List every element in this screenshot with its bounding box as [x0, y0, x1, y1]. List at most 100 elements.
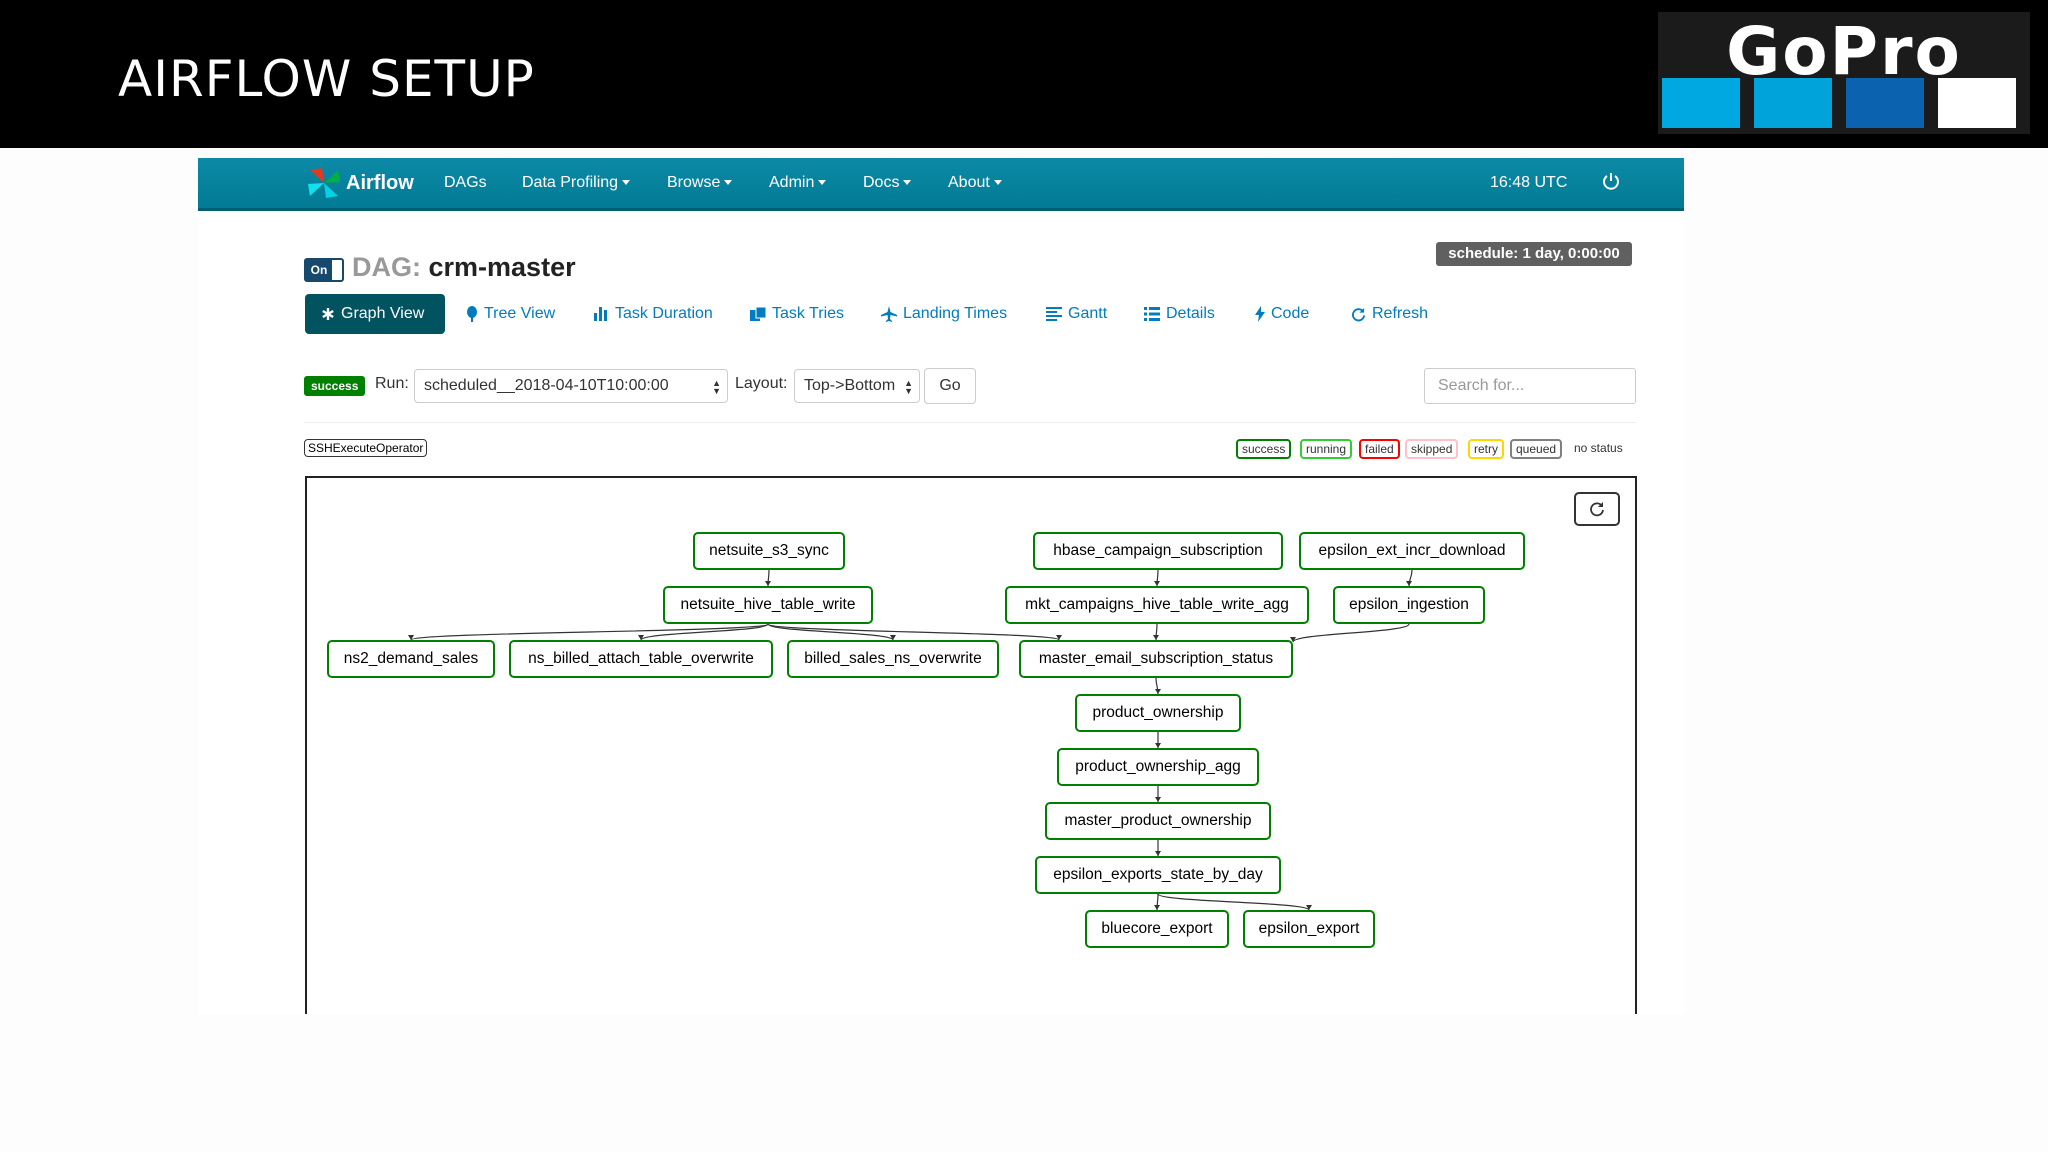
nav-docs-label: Docs: [863, 174, 900, 191]
refresh-icon: [1590, 502, 1604, 517]
tab-refresh[interactable]: Refresh: [1351, 294, 1428, 334]
tab-details[interactable]: Details: [1144, 294, 1215, 334]
nav-data-profiling[interactable]: Data Profiling: [522, 174, 631, 192]
edge-netsuite-hive-table-write-to-billed-sales-ns-overwrite: [767, 623, 894, 641]
tab-label: Details: [1166, 305, 1215, 322]
nav-dags[interactable]: DAGs: [444, 174, 487, 192]
legend-running: running: [1300, 439, 1353, 459]
run-status-badge: success: [304, 376, 366, 396]
caret-down-icon: [818, 180, 827, 186]
tab-label: Graph View: [341, 305, 425, 322]
operator-tag: SSHExecuteOperator: [304, 439, 428, 457]
caret-down-icon: [724, 180, 733, 186]
tab-label: Landing Times: [903, 305, 1008, 322]
tab-label: Task Duration: [615, 305, 713, 322]
layout-select-value: Top->Bottom: [804, 377, 896, 394]
schedule-badge: schedule: 1 day, 0:00:00: [1436, 242, 1632, 266]
tab-code[interactable]: Code: [1255, 294, 1309, 334]
legend-no-status: no status: [1574, 441, 1623, 455]
tab-label: Code: [1271, 305, 1310, 322]
task-node-netsuite-s3-sync[interactable]: netsuite_s3_sync: [693, 532, 845, 570]
task-node-product-ownership-agg[interactable]: product_ownership_agg: [1057, 748, 1259, 786]
legend-success: success: [1236, 439, 1292, 459]
go-button[interactable]: Go: [924, 368, 976, 404]
nav-browse[interactable]: Browse: [667, 174, 733, 192]
nav-admin-label: Admin: [769, 174, 815, 191]
plane-icon: [881, 306, 897, 322]
nav-docs[interactable]: Docs: [863, 174, 912, 192]
nav-about[interactable]: About: [948, 174, 1002, 192]
refresh-icon: [1351, 307, 1366, 322]
select-arrows-icon: ▲ ▼: [712, 378, 721, 396]
search-input[interactable]: Search for...: [1424, 368, 1636, 404]
task-node-master-email-subscription-status[interactable]: master_email_subscription_status: [1019, 640, 1293, 678]
tab-label: Tree View: [484, 305, 556, 322]
utc-clock: 16:48 UTC: [1490, 174, 1568, 191]
edge-netsuite-hive-table-write-to-ns2-demand-sales: [410, 623, 769, 641]
caret-down-icon: [622, 180, 631, 186]
nav-about-label: About: [948, 174, 990, 191]
legend-retry: retry: [1468, 439, 1504, 459]
edge-netsuite-hive-table-write-to-master-email-subscription-status: [767, 623, 1060, 641]
graph-refresh-button[interactable]: [1574, 492, 1620, 526]
run-select[interactable]: scheduled__2018-04-10T10:00:00 ▲ ▼: [414, 369, 728, 403]
task-node-ns-billed-attach-table-overwrite[interactable]: ns_billed_attach_table_overwrite: [509, 640, 773, 678]
layout-label: Layout:: [735, 375, 788, 392]
task-node-epsilon-exports-state-by-day[interactable]: epsilon_exports_state_by_day: [1035, 856, 1281, 894]
align-left-icon: [1046, 307, 1062, 321]
task-node-bluecore-export[interactable]: bluecore_export: [1085, 910, 1229, 948]
task-node-epsilon-ingestion[interactable]: epsilon_ingestion: [1333, 586, 1485, 624]
gopro-logo: GoPro: [1658, 12, 2030, 134]
tree-icon: [466, 306, 478, 322]
edge-epsilon-exports-state-by-day-to-epsilon-export: [1157, 893, 1310, 911]
task-node-epsilon-export[interactable]: epsilon_export: [1243, 910, 1375, 948]
tab-tree-view[interactable]: Tree View: [466, 294, 555, 334]
legend-queued: queued: [1510, 439, 1563, 459]
bar-chart-icon: [594, 307, 609, 321]
tab-graph-view[interactable]: Graph View: [305, 294, 445, 334]
nav-data-profiling-label: Data Profiling: [522, 174, 619, 191]
task-node-master-product-ownership[interactable]: master_product_ownership: [1045, 802, 1271, 840]
task-node-epsilon-ext-incr-download[interactable]: epsilon_ext_incr_download: [1299, 532, 1525, 570]
dag-label: DAG:: [352, 252, 421, 282]
task-node-billed-sales-ns-overwrite[interactable]: billed_sales_ns_overwrite: [787, 640, 999, 678]
tab-task-tries[interactable]: Task Tries: [750, 294, 844, 334]
run-label: Run:: [375, 375, 409, 392]
toggle-label: On: [306, 260, 332, 280]
tab-label: Gantt: [1068, 305, 1108, 322]
tab-label: Task Tries: [772, 305, 845, 322]
divider: [304, 422, 1636, 423]
task-node-mkt-campaigns-hive-table-write-agg[interactable]: mkt_campaigns_hive_table_write_agg: [1005, 586, 1309, 624]
power-icon[interactable]: [1602, 171, 1620, 191]
legend-skipped: skipped: [1405, 439, 1459, 459]
tab-landing-times[interactable]: Landing Times: [881, 294, 1007, 334]
airflow-window: Airflow DAGs Data Profiling Browse Admin…: [198, 158, 1684, 1014]
list-icon: [1144, 307, 1160, 321]
duplicate-icon: [750, 307, 766, 321]
nav-admin[interactable]: Admin: [769, 174, 827, 192]
tab-gantt[interactable]: Gantt: [1046, 294, 1107, 334]
tab-label: Refresh: [1372, 305, 1429, 322]
legend-failed: failed: [1359, 439, 1400, 459]
navbar: Airflow DAGs Data Profiling Browse Admin…: [198, 158, 1684, 211]
caret-down-icon: [903, 180, 912, 186]
tab-task-duration[interactable]: Task Duration: [594, 294, 713, 334]
layout-select[interactable]: Top->Bottom ▲ ▼: [794, 369, 920, 403]
dag-name: crm-master: [428, 252, 576, 282]
brand-label: Airflow: [346, 171, 414, 194]
caret-down-icon: [993, 180, 1002, 186]
asterisk-icon: [321, 307, 335, 321]
task-node-netsuite-hive-table-write[interactable]: netsuite_hive_table_write: [663, 586, 873, 624]
nav-browse-label: Browse: [667, 174, 721, 191]
task-node-ns2-demand-sales[interactable]: ns2_demand_sales: [327, 640, 495, 678]
dag-graph-canvas[interactable]: netsuite_s3_sync hbase_campaign_subscript…: [305, 476, 1637, 1014]
task-node-hbase-campaign-subscription[interactable]: hbase_campaign_subscription: [1033, 532, 1283, 570]
run-select-value: scheduled__2018-04-10T10:00:00: [424, 377, 669, 394]
flash-icon: [1255, 306, 1265, 322]
slide-header: AIRFLOW SETUP GoPro: [0, 0, 2048, 148]
nav-dags-label: DAGs: [444, 174, 487, 191]
task-node-product-ownership[interactable]: product_ownership: [1075, 694, 1241, 732]
airflow-brand[interactable]: Airflow: [306, 166, 414, 200]
dag-on-toggle[interactable]: On: [304, 258, 344, 282]
slide-title: AIRFLOW SETUP: [118, 50, 535, 108]
